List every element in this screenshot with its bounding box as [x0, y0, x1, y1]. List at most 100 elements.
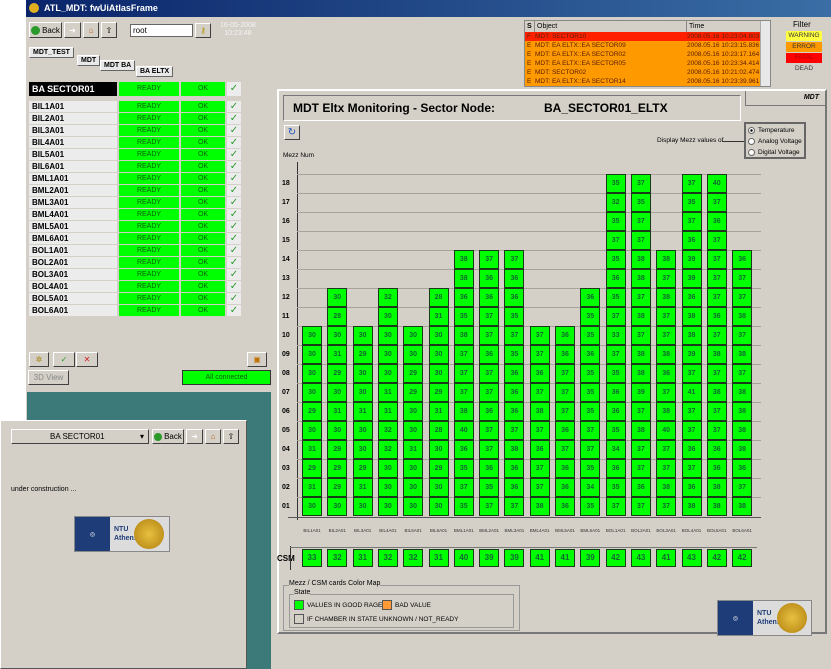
mezz-cell[interactable]: 38	[504, 440, 525, 459]
3d-view-button[interactable]: 3D View	[28, 370, 69, 385]
mezz-cell[interactable]: 36	[681, 478, 702, 497]
mezz-cell[interactable]: 37	[732, 269, 753, 288]
csm-cell[interactable]: 43	[681, 549, 702, 567]
mezz-cell[interactable]: 36	[555, 497, 575, 516]
mezz-cell[interactable]: 37	[630, 497, 651, 516]
mezz-cell[interactable]: 37	[656, 269, 677, 288]
mezz-cell[interactable]: 36	[453, 288, 474, 307]
mezz-cell[interactable]: 38	[656, 402, 677, 421]
mezz-cell[interactable]: 36	[605, 402, 626, 421]
mezz-cell[interactable]: 29	[428, 383, 449, 402]
mezz-cell[interactable]: 30	[302, 364, 322, 383]
mezz-cell[interactable]: 36	[504, 364, 525, 383]
chamber-row[interactable]: BML5A01 READY OK ✓	[29, 221, 241, 232]
chamber-row[interactable]: BOL6A01 READY OK ✓	[29, 305, 241, 316]
mezz-cell[interactable]: 37	[630, 459, 651, 478]
mezz-cell[interactable]: 31	[428, 402, 449, 421]
mezz-cell[interactable]: 30	[302, 326, 322, 345]
csm-cell[interactable]: 39	[580, 549, 601, 567]
mezz-cell[interactable]: 31	[403, 440, 424, 459]
mezz-cell[interactable]: 37	[504, 497, 525, 516]
mezz-cell[interactable]: 36	[706, 440, 727, 459]
mezz-cell[interactable]: 35	[630, 193, 651, 212]
mezz-cell[interactable]: 35	[605, 250, 626, 269]
mezz-cell[interactable]: 39	[630, 383, 651, 402]
mezz-cell[interactable]: 29	[428, 459, 449, 478]
mezz-cell[interactable]: 29	[327, 459, 348, 478]
mezz-cell[interactable]: 37	[555, 402, 575, 421]
breadcrumb-mdt-test[interactable]: MDT_TEST	[29, 47, 74, 58]
mezz-cell[interactable]: 37	[555, 364, 575, 383]
tab-mdt[interactable]: MDT	[745, 91, 825, 106]
mezz-cell[interactable]: 37	[504, 250, 525, 269]
radio-digital-voltage[interactable]: Digital Voltage	[748, 147, 802, 158]
mezz-cell[interactable]: 30	[377, 326, 398, 345]
mezz-cell[interactable]: 37	[479, 364, 500, 383]
mezz-cell[interactable]: 37	[706, 326, 727, 345]
mezz-cell[interactable]: 31	[327, 345, 348, 364]
mezz-cell[interactable]: 37	[656, 326, 677, 345]
mezz-cell[interactable]: 36	[504, 459, 525, 478]
mezz-cell[interactable]: 36	[706, 307, 727, 326]
mezz-cell[interactable]: 36	[479, 402, 500, 421]
mezz-cell[interactable]: 35	[504, 345, 525, 364]
mezz-cell[interactable]: 40	[453, 421, 474, 440]
path-input[interactable]	[130, 24, 193, 37]
mezz-cell[interactable]: 30	[428, 478, 449, 497]
mezz-cell[interactable]: 36	[555, 459, 575, 478]
filter-fatal[interactable]: FATAL	[786, 53, 822, 63]
mezz-cell[interactable]: 37	[453, 364, 474, 383]
mezz-cell[interactable]: 38	[529, 402, 550, 421]
mezz-cell[interactable]: 38	[529, 497, 550, 516]
chamber-row[interactable]: BML6A01 READY OK ✓	[29, 233, 241, 244]
mezz-cell[interactable]: 30	[327, 326, 348, 345]
mezz-cell[interactable]: 28	[327, 307, 348, 326]
save-button[interactable]: ▣	[247, 352, 267, 367]
mezz-cell[interactable]: 36	[555, 478, 575, 497]
chamber-row[interactable]: BML4A01 READY OK ✓	[29, 209, 241, 220]
alarm-row[interactable]: E MDT: EA ELTX::EA SECTOR02 2008.05.16 1…	[525, 50, 770, 59]
mezz-cell[interactable]: 37	[706, 288, 727, 307]
mezz-cell[interactable]: 35	[580, 364, 601, 383]
mezz-cell[interactable]: 30	[428, 345, 449, 364]
mezz-cell[interactable]: 31	[428, 307, 449, 326]
csm-cell[interactable]: 33	[302, 549, 322, 567]
mezz-cell[interactable]: 37	[453, 383, 474, 402]
mezz-cell[interactable]: 38	[706, 478, 727, 497]
sector-selector[interactable]: BA SECTOR01 ▾	[11, 429, 149, 444]
mezz-cell[interactable]: 36	[706, 212, 727, 231]
filter-error[interactable]: ERROR	[786, 42, 822, 52]
mezz-cell[interactable]: 35	[479, 478, 500, 497]
mezz-cell[interactable]: 35	[605, 421, 626, 440]
alarm-scrollbar[interactable]	[760, 21, 770, 86]
mezz-cell[interactable]: 30	[327, 288, 348, 307]
mezz-cell[interactable]: 30	[352, 364, 373, 383]
mezz-cell[interactable]: 30	[403, 459, 424, 478]
mezz-cell[interactable]: 30	[302, 383, 322, 402]
reject-button[interactable]: ✕	[76, 352, 98, 367]
forward-button[interactable]: ➜	[64, 22, 81, 38]
mezz-cell[interactable]: 38	[656, 250, 677, 269]
chamber-row[interactable]: BIL6A01 READY OK ✓	[29, 161, 241, 172]
mezz-cell[interactable]: 30	[327, 383, 348, 402]
mezz-cell[interactable]: 39	[681, 269, 702, 288]
mezz-cell[interactable]: 30	[352, 440, 373, 459]
mezz-cell[interactable]: 35	[605, 174, 626, 193]
mezz-cell[interactable]: 37	[580, 440, 601, 459]
mezz-cell[interactable]: 37	[479, 326, 500, 345]
mezz-cell[interactable]: 37	[453, 345, 474, 364]
chamber-row[interactable]: BOL5A01 READY OK ✓	[29, 293, 241, 304]
mezz-cell[interactable]: 37	[529, 345, 550, 364]
mezz-cell[interactable]: 37	[630, 402, 651, 421]
mezz-cell[interactable]: 39	[681, 250, 702, 269]
alarm-row[interactable]: E MDT: EA ELTX::EA SECTOR09 2008.05.16 1…	[525, 41, 770, 50]
mezz-cell[interactable]: 29	[302, 402, 322, 421]
mezz-cell[interactable]: 31	[327, 402, 348, 421]
mezz-cell[interactable]: 35	[605, 212, 626, 231]
mezz-cell[interactable]: 36	[529, 440, 550, 459]
mezz-cell[interactable]: 36	[479, 459, 500, 478]
mezz-cell[interactable]: 37	[504, 326, 525, 345]
mezz-cell[interactable]: 28	[428, 421, 449, 440]
mezz-cell[interactable]: 30	[428, 326, 449, 345]
chamber-row[interactable]: BOL3A01 READY OK ✓	[29, 269, 241, 280]
